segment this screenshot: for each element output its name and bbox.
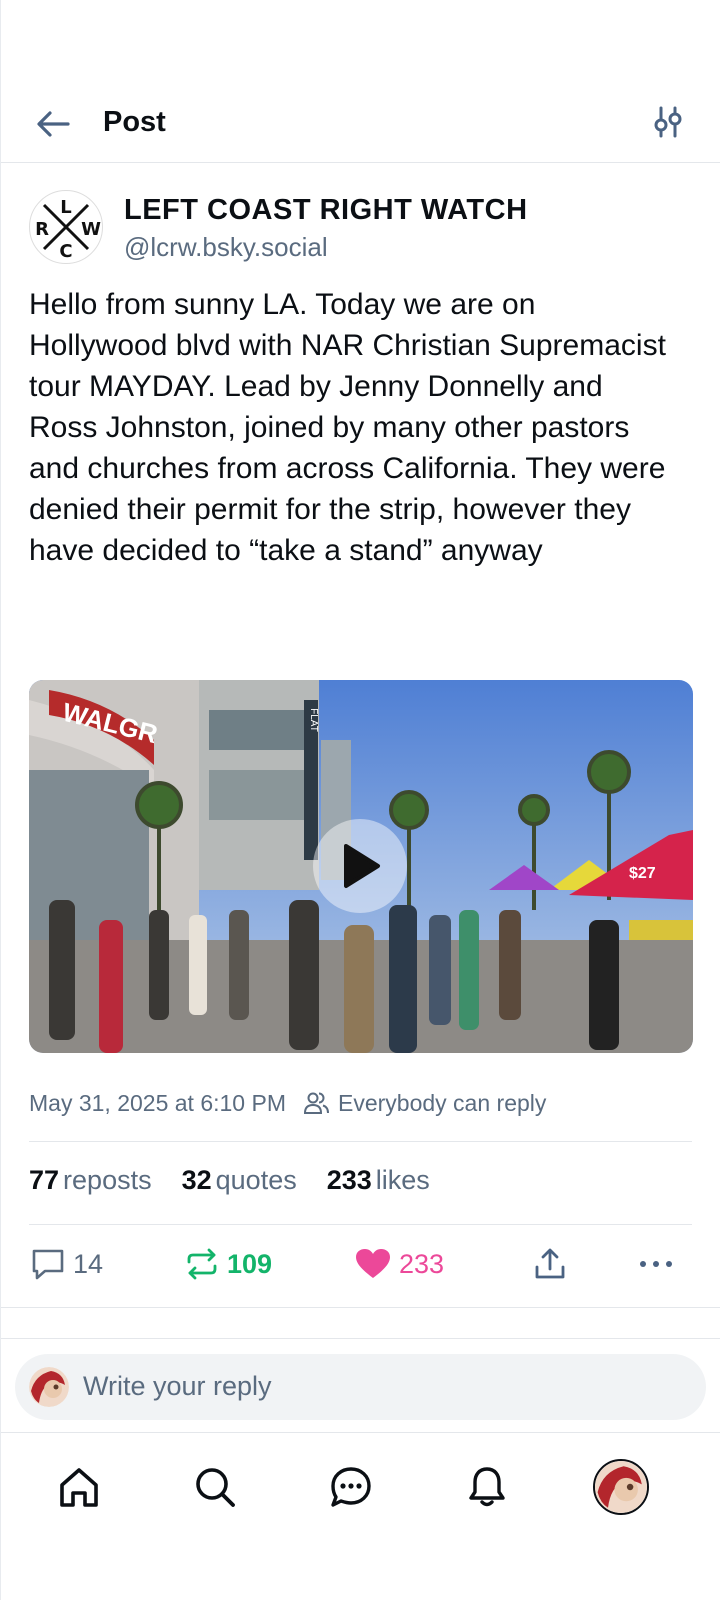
tab-notifications[interactable] bbox=[459, 1459, 515, 1515]
repost-count: 109 bbox=[227, 1248, 273, 1279]
reply-setting[interactable]: Everybody can reply bbox=[338, 1090, 546, 1117]
likes-label: likes bbox=[375, 1164, 430, 1195]
hotel-sign: FLAT bbox=[308, 708, 319, 732]
avatar-letter-top: L bbox=[60, 197, 71, 218]
comment-icon bbox=[32, 1249, 64, 1280]
repost-button[interactable]: 109 bbox=[185, 1240, 272, 1288]
likes-stat[interactable]: 233 likes bbox=[327, 1165, 430, 1196]
tab-chat[interactable] bbox=[323, 1459, 379, 1515]
user-avatar bbox=[29, 1367, 69, 1407]
bottom-nav bbox=[1, 1432, 720, 1601]
avatar-letter-right: W bbox=[81, 219, 101, 240]
post-video[interactable]: WALGR FLAT $27 bbox=[29, 680, 693, 1053]
back-button[interactable] bbox=[31, 102, 75, 146]
top-header: Post bbox=[1, 84, 720, 163]
divider bbox=[29, 1141, 692, 1142]
post-actions: 14 109 233 bbox=[29, 1240, 692, 1288]
reply-button[interactable]: 14 bbox=[31, 1240, 103, 1288]
divider bbox=[29, 1224, 692, 1225]
home-icon bbox=[60, 1468, 98, 1507]
share-icon bbox=[535, 1248, 565, 1279]
reposts-label: reposts bbox=[63, 1164, 152, 1195]
profile-avatar bbox=[595, 1461, 647, 1513]
tab-search[interactable] bbox=[187, 1459, 243, 1515]
heart-icon bbox=[356, 1249, 390, 1278]
reply-count: 14 bbox=[73, 1248, 104, 1279]
likes-count: 233 bbox=[326, 1164, 372, 1195]
reply-placeholder: Write your reply bbox=[83, 1371, 272, 1401]
more-icon bbox=[640, 1261, 672, 1267]
like-button[interactable]: 233 bbox=[355, 1240, 444, 1288]
post-body-text: Hello from sunny LA. Today we are on Hol… bbox=[29, 288, 666, 567]
users-icon bbox=[304, 1091, 330, 1115]
post-screen: Post L R W C LEFT COAST RIGHT WATCH @lcr… bbox=[0, 0, 720, 1600]
tab-home[interactable] bbox=[51, 1459, 107, 1515]
play-icon bbox=[344, 844, 380, 888]
filter-icon bbox=[654, 106, 682, 138]
avatar-letter-left: R bbox=[35, 219, 49, 240]
divider bbox=[1, 1307, 720, 1308]
page-title: Post bbox=[103, 106, 166, 138]
author-name[interactable]: LEFT COAST RIGHT WATCH bbox=[124, 194, 528, 227]
share-button[interactable] bbox=[533, 1240, 567, 1288]
quotes-label: quotes bbox=[215, 1164, 297, 1195]
bell-icon bbox=[469, 1467, 505, 1507]
back-arrow-icon bbox=[37, 111, 70, 137]
quotes-stat[interactable]: 32 quotes bbox=[182, 1165, 297, 1196]
post-meta: May 31, 2025 at 6:10 PM Everybody can re… bbox=[29, 1086, 692, 1120]
reposts-count: 77 bbox=[29, 1164, 60, 1195]
avatar-letter-bottom: C bbox=[59, 241, 72, 262]
repost-icon bbox=[187, 1248, 217, 1280]
reply-input[interactable]: Write your reply bbox=[15, 1354, 706, 1420]
search-icon bbox=[196, 1468, 235, 1507]
like-count: 233 bbox=[399, 1248, 445, 1279]
author-handle[interactable]: @lcrw.bsky.social bbox=[124, 232, 328, 263]
more-button[interactable] bbox=[639, 1240, 673, 1288]
tab-profile[interactable] bbox=[593, 1459, 649, 1515]
author-avatar[interactable]: L R W C bbox=[29, 190, 103, 264]
post-author[interactable]: L R W C LEFT COAST RIGHT WATCH @lcrw.bsk… bbox=[29, 190, 692, 266]
filter-button[interactable] bbox=[646, 100, 690, 144]
play-button[interactable] bbox=[313, 819, 407, 913]
post-stats: 77 reposts 32 quotes 233 likes bbox=[29, 1160, 692, 1200]
post-timestamp: May 31, 2025 at 6:10 PM bbox=[29, 1089, 286, 1116]
quotes-count: 32 bbox=[181, 1164, 212, 1195]
divider bbox=[1, 1338, 720, 1339]
tent-sign: $27 bbox=[629, 865, 656, 882]
reposts-stat[interactable]: 77 reposts bbox=[29, 1165, 152, 1196]
chat-icon bbox=[331, 1467, 371, 1507]
